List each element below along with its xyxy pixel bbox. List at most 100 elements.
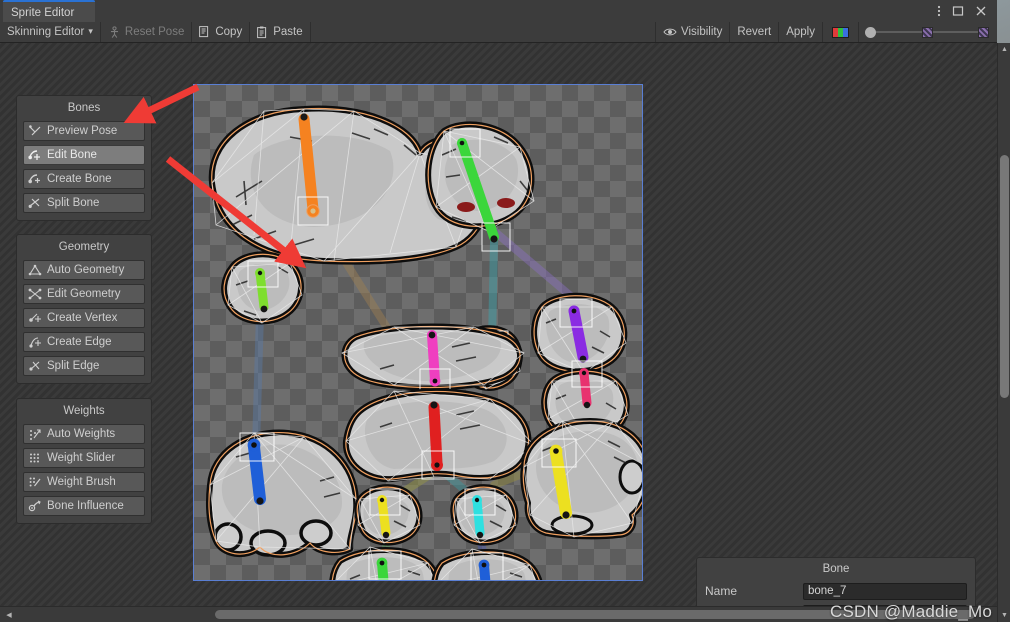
tab-sprite-editor[interactable]: Sprite Editor xyxy=(3,0,95,22)
copy-label: Copy xyxy=(215,26,243,38)
tool-create-vertex-label: Create Vertex xyxy=(47,312,118,324)
paste-icon xyxy=(257,26,269,39)
weight-brush-icon xyxy=(28,475,42,489)
slider-track-left[interactable] xyxy=(876,31,922,33)
tool-edit-geometry[interactable]: Edit Geometry xyxy=(23,284,145,304)
scroll-down-icon[interactable]: ▼ xyxy=(998,609,1010,622)
close-icon[interactable] xyxy=(975,5,987,17)
sprite-editor-window: Sprite Editor Skinning Editor ▾ Reset Po… xyxy=(0,0,1010,622)
tool-bone-influence[interactable]: Bone Influence xyxy=(23,496,145,516)
copy-button[interactable]: Copy xyxy=(192,22,251,42)
paste-label: Paste xyxy=(273,26,303,38)
paste-button[interactable]: Paste xyxy=(250,22,311,42)
watermark: CSDN @Maddie_Mo xyxy=(830,602,992,621)
eye-icon xyxy=(663,27,677,37)
preview-pose-icon xyxy=(28,124,42,138)
tool-preview-pose-label: Preview Pose xyxy=(47,125,118,137)
tool-auto-weights-label: Auto Weights xyxy=(47,428,116,440)
bone-name-label: Name xyxy=(705,584,738,598)
scroll-up-icon[interactable]: ▲ xyxy=(998,43,1010,56)
sprite-part-ear xyxy=(221,251,305,325)
create-bone-icon xyxy=(28,172,42,186)
apply-button[interactable]: Apply xyxy=(779,22,823,42)
edit-geometry-icon xyxy=(28,287,42,301)
auto-geometry-icon xyxy=(28,263,42,277)
opacity-slider[interactable] xyxy=(859,22,997,42)
tool-split-bone[interactable]: Split Bone xyxy=(23,193,145,213)
window-controls xyxy=(937,2,987,20)
panel-weights-title: Weights xyxy=(63,405,105,417)
tool-weight-slider[interactable]: Weight Slider xyxy=(23,448,145,468)
channel-color-button[interactable] xyxy=(823,22,859,42)
tool-weight-slider-label: Weight Slider xyxy=(47,452,116,464)
maximize-icon[interactable] xyxy=(952,5,964,17)
panel-geometry: Geometry Auto Geometry Edit Geometry Cre… xyxy=(16,234,152,384)
texture-preview-icon-b xyxy=(978,26,989,38)
bone-inspector-title: Bone xyxy=(822,563,850,575)
edit-bone-icon xyxy=(28,148,42,162)
tool-edit-geometry-label: Edit Geometry xyxy=(47,288,121,300)
revert-button[interactable]: Revert xyxy=(730,22,780,42)
tool-auto-weights[interactable]: Auto Weights xyxy=(23,424,145,444)
revert-label: Revert xyxy=(737,26,772,38)
tool-bone-influence-label: Bone Influence xyxy=(47,500,124,512)
tool-split-edge-label: Split Edge xyxy=(47,360,100,372)
scroll-left-icon[interactable]: ◀ xyxy=(2,607,16,622)
tool-split-edge[interactable]: Split Edge xyxy=(23,356,145,376)
toolbar-spacer xyxy=(311,22,657,42)
tool-weight-brush[interactable]: Weight Brush xyxy=(23,472,145,492)
bone-name-input[interactable] xyxy=(803,582,967,600)
panel-geometry-title: Geometry xyxy=(58,241,110,253)
tool-weight-brush-label: Weight Brush xyxy=(47,476,116,488)
reset-pose-button[interactable]: Reset Pose xyxy=(101,22,193,42)
split-edge-icon xyxy=(28,359,42,373)
panel-bones: Bones Preview Pose Edit Bone Create Bone… xyxy=(16,95,152,221)
mode-dropdown[interactable]: Skinning Editor ▾ xyxy=(0,22,101,42)
tool-split-bone-label: Split Bone xyxy=(47,197,100,209)
vertical-scrollbar-thumb[interactable] xyxy=(1000,155,1009,398)
bone-influence-icon xyxy=(28,499,42,513)
more-options-icon[interactable] xyxy=(937,4,941,18)
sprite-part-body xyxy=(342,388,535,483)
panel-bones-title: Bones xyxy=(67,102,101,114)
tool-auto-geometry-label: Auto Geometry xyxy=(47,264,125,276)
editor-body: .body-fill { fill:#c9c9c9; stroke:#0d0d0… xyxy=(0,43,997,622)
tool-create-edge-label: Create Edge xyxy=(47,336,112,348)
sprite-part-legnub xyxy=(450,484,519,546)
toolbar-right-group: Visibility Revert Apply xyxy=(656,22,997,42)
auto-weights-icon xyxy=(28,427,42,441)
visibility-label: Visibility xyxy=(681,26,723,38)
vertical-scrollbar[interactable]: ▲ ▼ xyxy=(997,43,1010,622)
tool-create-edge[interactable]: Create Edge xyxy=(23,332,145,352)
split-bone-icon xyxy=(28,196,42,210)
rgb-swatch-icon xyxy=(832,26,849,38)
sprite-canvas[interactable]: .body-fill { fill:#c9c9c9; stroke:#0d0d0… xyxy=(193,84,643,581)
mode-dropdown-label: Skinning Editor xyxy=(7,26,85,38)
tool-create-bone-label: Create Bone xyxy=(47,173,112,185)
sprite-part-foot xyxy=(205,429,360,558)
tool-auto-geometry[interactable]: Auto Geometry xyxy=(23,260,145,280)
visibility-button[interactable]: Visibility xyxy=(656,22,731,42)
tool-edit-bone-label: Edit Bone xyxy=(47,149,97,161)
slider-knob[interactable] xyxy=(865,26,876,38)
sprite-part-belly xyxy=(520,418,642,540)
sprite-part-leg-blue xyxy=(431,548,543,580)
tool-preview-pose[interactable]: Preview Pose xyxy=(23,121,145,141)
create-edge-icon xyxy=(28,335,42,349)
create-vertex-icon xyxy=(28,311,42,325)
tool-create-vertex[interactable]: Create Vertex xyxy=(23,308,145,328)
panel-weights: Weights Auto Weights Weight Slider Weigh… xyxy=(16,398,152,524)
tab-strip: Sprite Editor xyxy=(0,0,997,22)
apply-label: Apply xyxy=(786,26,815,38)
texture-preview-icon-a xyxy=(921,26,933,38)
tool-edit-bone[interactable]: Edit Bone xyxy=(23,145,145,165)
weight-slider-icon xyxy=(28,451,42,465)
reset-pose-label: Reset Pose xyxy=(124,26,185,38)
main-toolbar: Skinning Editor ▾ Reset Pose Copy Paste … xyxy=(0,22,997,43)
copy-icon xyxy=(199,25,211,39)
tool-create-bone[interactable]: Create Bone xyxy=(23,169,145,189)
chevron-down-icon: ▾ xyxy=(88,25,93,36)
reset-pose-icon xyxy=(108,25,121,39)
sprite-part-tail xyxy=(354,484,423,546)
slider-track-right[interactable] xyxy=(932,31,978,33)
